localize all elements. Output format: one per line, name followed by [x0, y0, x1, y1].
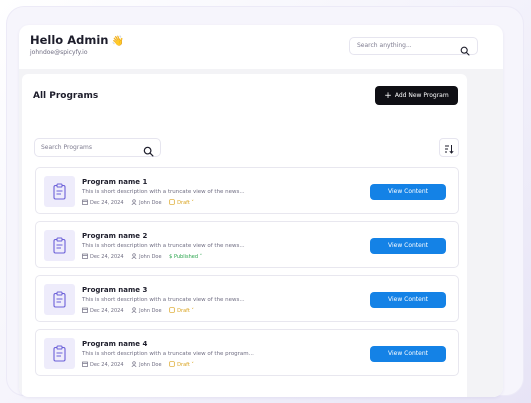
program-meta: Dec 24, 2024 John Doe Draft ˅: [82, 199, 200, 206]
calendar-icon: [82, 253, 88, 259]
program-description: This is short description with a truncat…: [82, 351, 254, 357]
clipboard-icon: [53, 345, 66, 362]
sort-icon: [445, 145, 454, 154]
view-content-button[interactable]: View Content: [370, 238, 446, 254]
program-thumbnail: [44, 230, 75, 261]
calendar-icon: [82, 199, 88, 205]
program-date: Dec 24, 2024: [82, 307, 124, 314]
draft-icon: [169, 199, 175, 205]
program-author: John Doe: [131, 361, 162, 368]
clipboard-icon: [53, 237, 66, 254]
plus-icon: +: [384, 91, 392, 101]
user-icon: [131, 361, 137, 368]
program-name: Program name 2: [82, 232, 148, 240]
view-content-button[interactable]: View Content: [370, 184, 446, 200]
global-search-input[interactable]: Search anything...: [349, 37, 478, 56]
dollar-icon: $: [169, 254, 173, 260]
page-title: All Programs: [33, 91, 99, 101]
program-meta: Dec 24, 2024 John Doe Draft ˅: [82, 307, 200, 314]
calendar-icon: [82, 361, 88, 367]
program-date: Dec 24, 2024: [82, 253, 124, 260]
programs-panel: All Programs + Add New Program Search Pro…: [22, 74, 467, 397]
status-badge[interactable]: $ Published ˅: [169, 254, 202, 260]
status-badge[interactable]: Draft ˅: [169, 199, 194, 206]
program-date-text: Dec 24, 2024: [90, 200, 124, 206]
draft-icon: [169, 307, 175, 313]
view-content-button[interactable]: View Content: [370, 292, 446, 308]
search-icon[interactable]: [143, 142, 154, 161]
global-search-placeholder: Search anything...: [357, 42, 412, 49]
clipboard-icon: [53, 183, 66, 200]
status-text: Draft: [177, 308, 190, 314]
greeting-title: Hello Admin 👋: [30, 33, 124, 47]
program-search-input[interactable]: Search Programs: [34, 138, 161, 157]
program-card: Program name 3 This is short description…: [35, 275, 459, 322]
program-search-placeholder: Search Programs: [41, 144, 92, 151]
program-date-text: Dec 24, 2024: [90, 308, 124, 314]
program-date: Dec 24, 2024: [82, 199, 124, 206]
add-new-program-button[interactable]: + Add New Program: [375, 86, 458, 105]
program-author: John Doe: [131, 253, 162, 260]
program-card: Program name 2 This is short description…: [35, 221, 459, 268]
waving-hand-icon: 👋: [111, 36, 124, 47]
program-description: This is short description with a truncat…: [82, 189, 245, 195]
user-icon: [131, 253, 137, 260]
user-icon: [131, 307, 137, 314]
clipboard-icon: [53, 291, 66, 308]
user-email: johndoe@spicyfy.io: [30, 49, 88, 56]
add-new-program-label: Add New Program: [394, 92, 449, 99]
program-date-text: Dec 24, 2024: [90, 362, 124, 368]
status-badge[interactable]: Draft ˅: [169, 361, 194, 368]
status-text: Published: [173, 254, 199, 260]
program-author-text: John Doe: [139, 362, 162, 368]
sort-button[interactable]: [439, 138, 459, 157]
view-content-button[interactable]: View Content: [370, 346, 446, 362]
program-date: Dec 24, 2024: [82, 361, 124, 368]
user-icon: [131, 199, 137, 206]
program-meta: Dec 24, 2024 John Doe $ Published ˅: [82, 253, 208, 260]
program-meta: Dec 24, 2024 John Doe Draft ˅: [82, 361, 200, 368]
header: Hello Admin 👋 johndoe@spicyfy.io Search a…: [19, 25, 503, 69]
program-thumbnail: [44, 176, 75, 207]
app-window: Hello Admin 👋 johndoe@spicyfy.io Search a…: [19, 25, 503, 397]
status-text: Draft: [177, 362, 190, 368]
program-description: This is short description with a truncat…: [82, 297, 245, 303]
program-author: John Doe: [131, 199, 162, 206]
program-thumbnail: [44, 338, 75, 369]
program-author: John Doe: [131, 307, 162, 314]
greeting-text: Hello Admin: [30, 33, 109, 47]
program-thumbnail: [44, 284, 75, 315]
status-badge[interactable]: Draft ˅: [169, 307, 194, 314]
program-card: Program name 1 This is short description…: [35, 167, 459, 214]
draft-icon: [169, 361, 175, 367]
program-author-text: John Doe: [139, 200, 162, 206]
calendar-icon: [82, 307, 88, 313]
program-description: This is short description with a truncat…: [82, 243, 245, 249]
status-text: Draft: [177, 200, 190, 206]
program-name: Program name 4: [82, 340, 148, 348]
search-icon[interactable]: [460, 41, 470, 60]
program-author-text: John Doe: [139, 254, 162, 260]
program-name: Program name 1: [82, 178, 148, 186]
program-date-text: Dec 24, 2024: [90, 254, 124, 260]
program-card: Program name 4 This is short description…: [35, 329, 459, 376]
program-author-text: John Doe: [139, 308, 162, 314]
program-name: Program name 3: [82, 286, 148, 294]
